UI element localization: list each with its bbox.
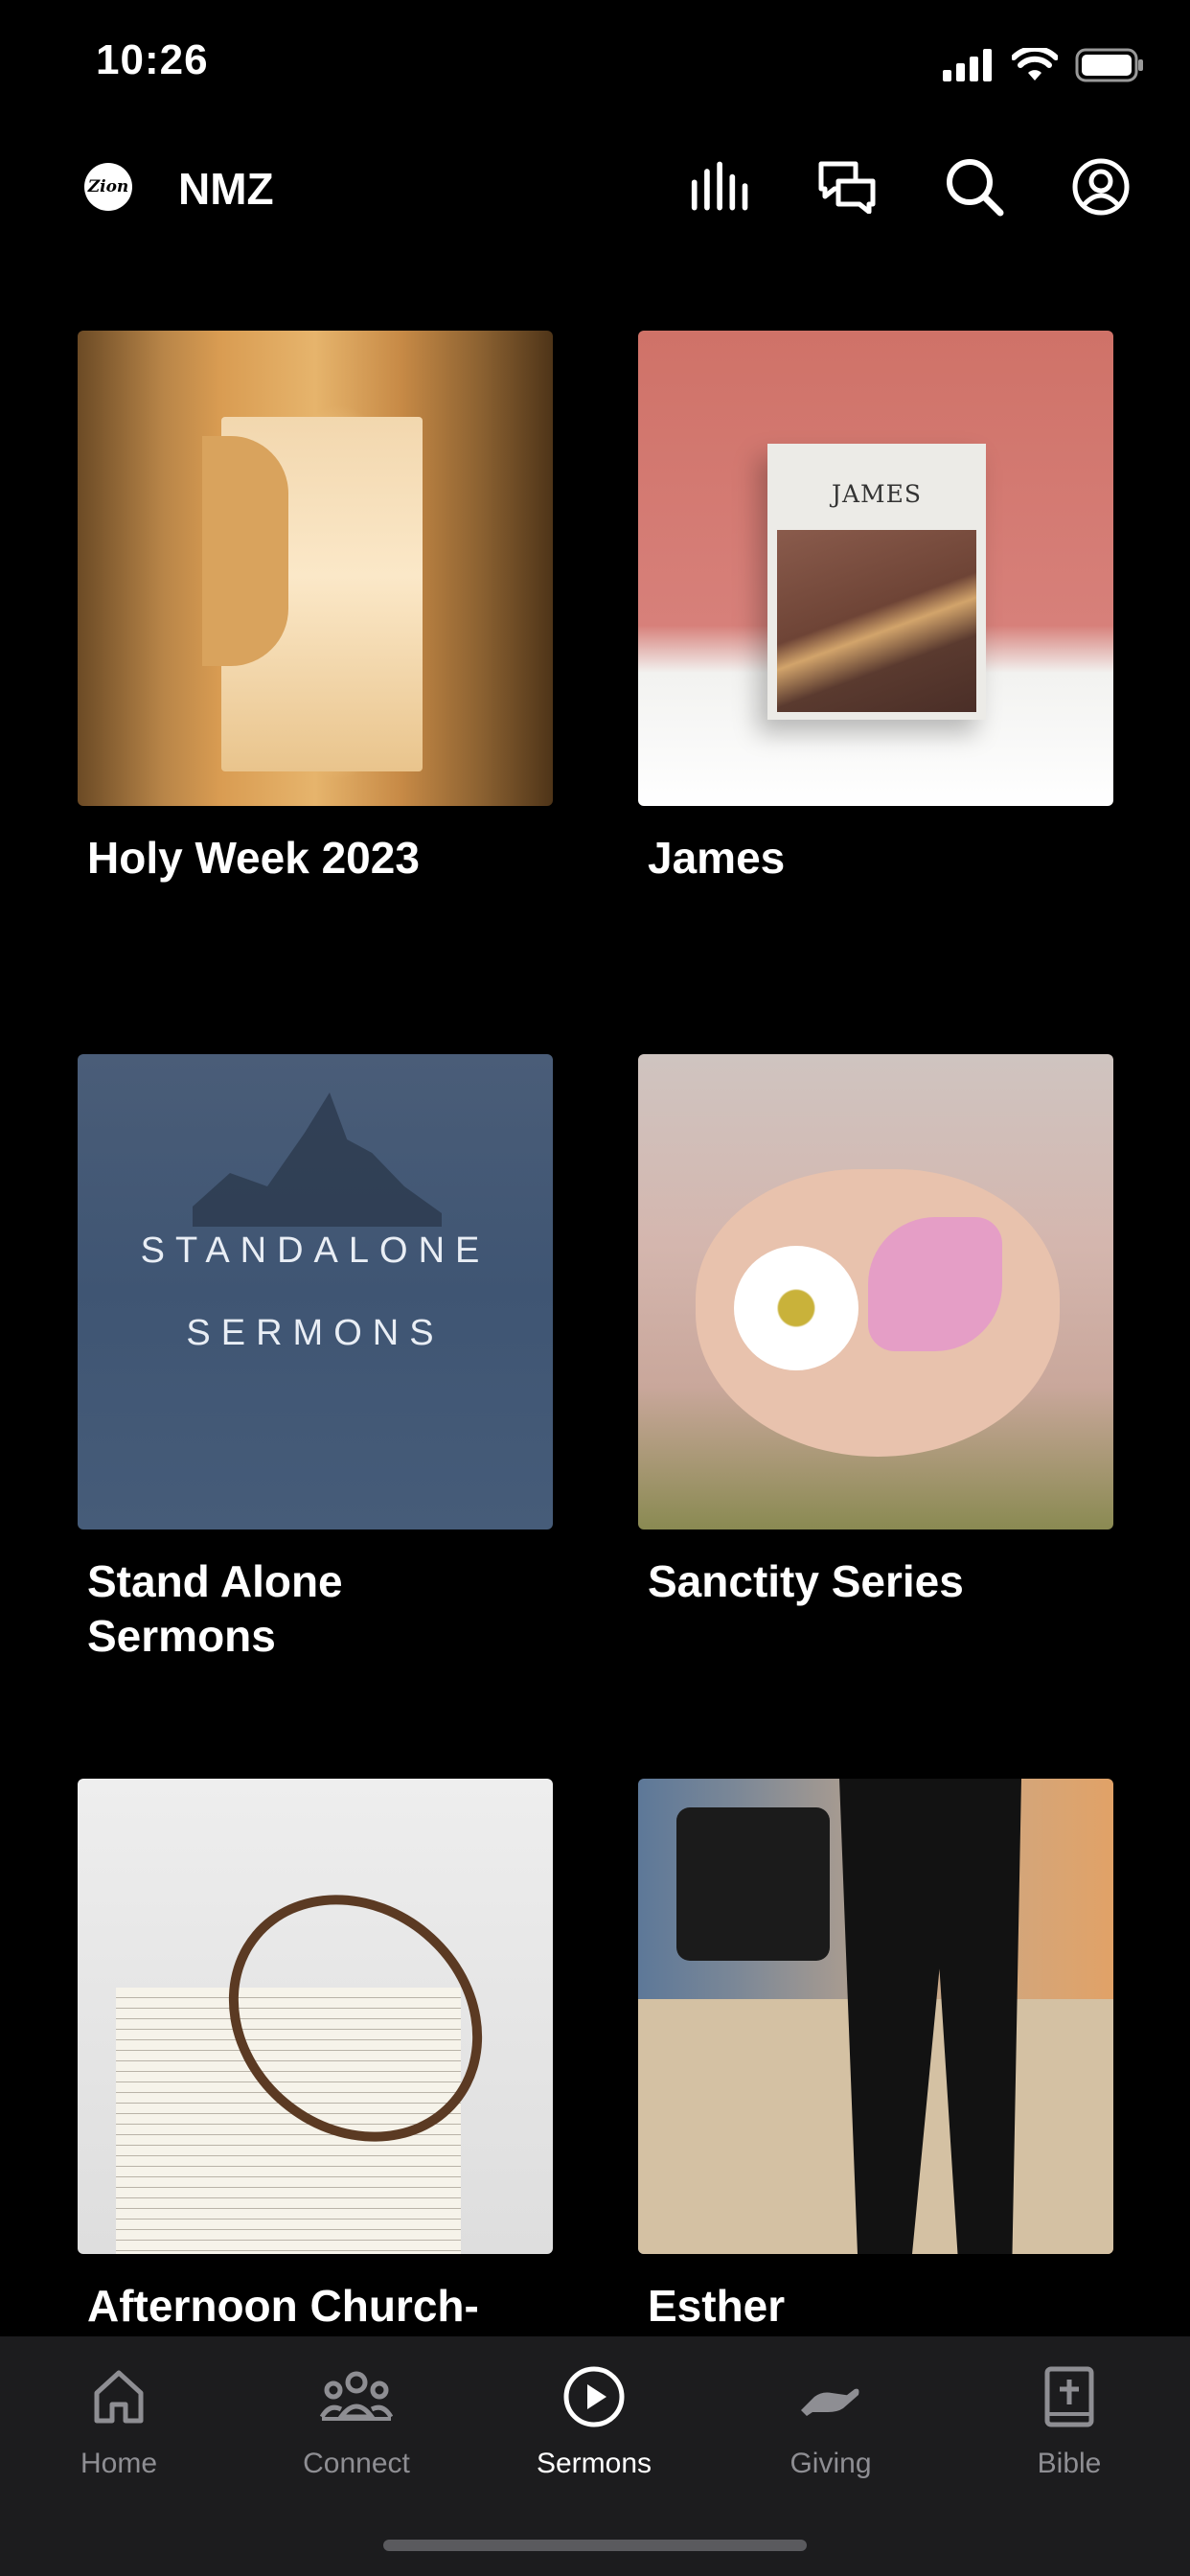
tab-sermons[interactable]: Sermons <box>498 2356 690 2480</box>
james-thumbnail: JAMES <box>638 331 1113 806</box>
search-icon <box>947 159 1004 217</box>
battery-icon <box>1075 48 1143 82</box>
series-card-stand-alone[interactable]: STANDALONE SERMONS Stand Alone Sermons <box>78 1054 553 1664</box>
tab-connect-label: Connect <box>303 2448 410 2479</box>
sanctity-thumbnail <box>638 1054 1113 1530</box>
app-header: Zion NMZ <box>0 144 1190 240</box>
profile-button[interactable] <box>1069 155 1133 218</box>
app-title: NMZ <box>178 164 274 214</box>
series-title: Afternoon Church- <box>87 2281 479 2331</box>
header-actions <box>690 155 1133 218</box>
afternoon-church-thumbnail <box>78 1779 553 2254</box>
giving-hand-icon <box>801 2388 859 2416</box>
series-title: Esther <box>648 2281 786 2331</box>
audio-bars-icon <box>691 161 748 211</box>
series-card-afternoon-church[interactable]: Afternoon Church- <box>78 1779 553 2334</box>
series-title: Holy Week 2023 <box>87 833 420 883</box>
wifi-icon <box>1012 48 1058 80</box>
tab-bible-label: Bible <box>1037 2448 1102 2479</box>
tab-bible[interactable]: Bible <box>973 2356 1165 2480</box>
profile-icon <box>1072 158 1130 216</box>
logo-text: Zion <box>87 177 129 196</box>
series-card-holy-week[interactable]: Holy Week 2023 <box>78 331 553 886</box>
standalone-cover-line-1: STANDALONE <box>140 1230 491 1271</box>
tab-giving[interactable]: Giving <box>735 2356 927 2480</box>
standalone-cover-line-2: SERMONS <box>186 1313 445 1353</box>
series-title: Sanctity Series <box>648 1556 964 1606</box>
esther-thumbnail <box>638 1779 1113 2254</box>
series-card-sanctity[interactable]: Sanctity Series <box>638 1054 1113 1609</box>
status-bar: 10:26 <box>0 0 1190 134</box>
series-title: James <box>648 833 786 883</box>
series-card-esther[interactable]: Esther <box>638 1779 1113 2334</box>
series-card-james[interactable]: JAMES James <box>638 331 1113 886</box>
james-book: JAMES <box>767 444 986 720</box>
holy-week-thumbnail <box>78 331 553 806</box>
standalone-thumbnail: STANDALONE SERMONS <box>78 1054 553 1530</box>
people-icon <box>320 2371 393 2421</box>
audio-bars-button[interactable] <box>690 155 753 218</box>
tab-home[interactable]: Home <box>23 2356 215 2480</box>
status-icons <box>943 48 1144 82</box>
home-indicator[interactable] <box>383 2540 807 2551</box>
tab-connect[interactable]: Connect <box>261 2356 452 2480</box>
series-title: Stand Alone Sermons <box>87 1556 343 1661</box>
tab-sermons-label: Sermons <box>536 2448 652 2479</box>
search-button[interactable] <box>943 155 1006 218</box>
chat-button[interactable] <box>816 155 880 218</box>
tab-home-label: Home <box>80 2448 158 2479</box>
james-book-title: JAMES <box>831 480 923 508</box>
status-time: 10:26 <box>96 36 209 83</box>
tab-giving-label: Giving <box>790 2448 872 2479</box>
bible-icon <box>1044 2366 1094 2427</box>
home-icon <box>94 2370 144 2424</box>
cellular-signal-icon <box>943 49 992 81</box>
church-logo[interactable]: Zion <box>84 163 132 211</box>
play-circle-icon <box>563 2366 625 2427</box>
chat-bubbles-icon <box>818 161 876 214</box>
